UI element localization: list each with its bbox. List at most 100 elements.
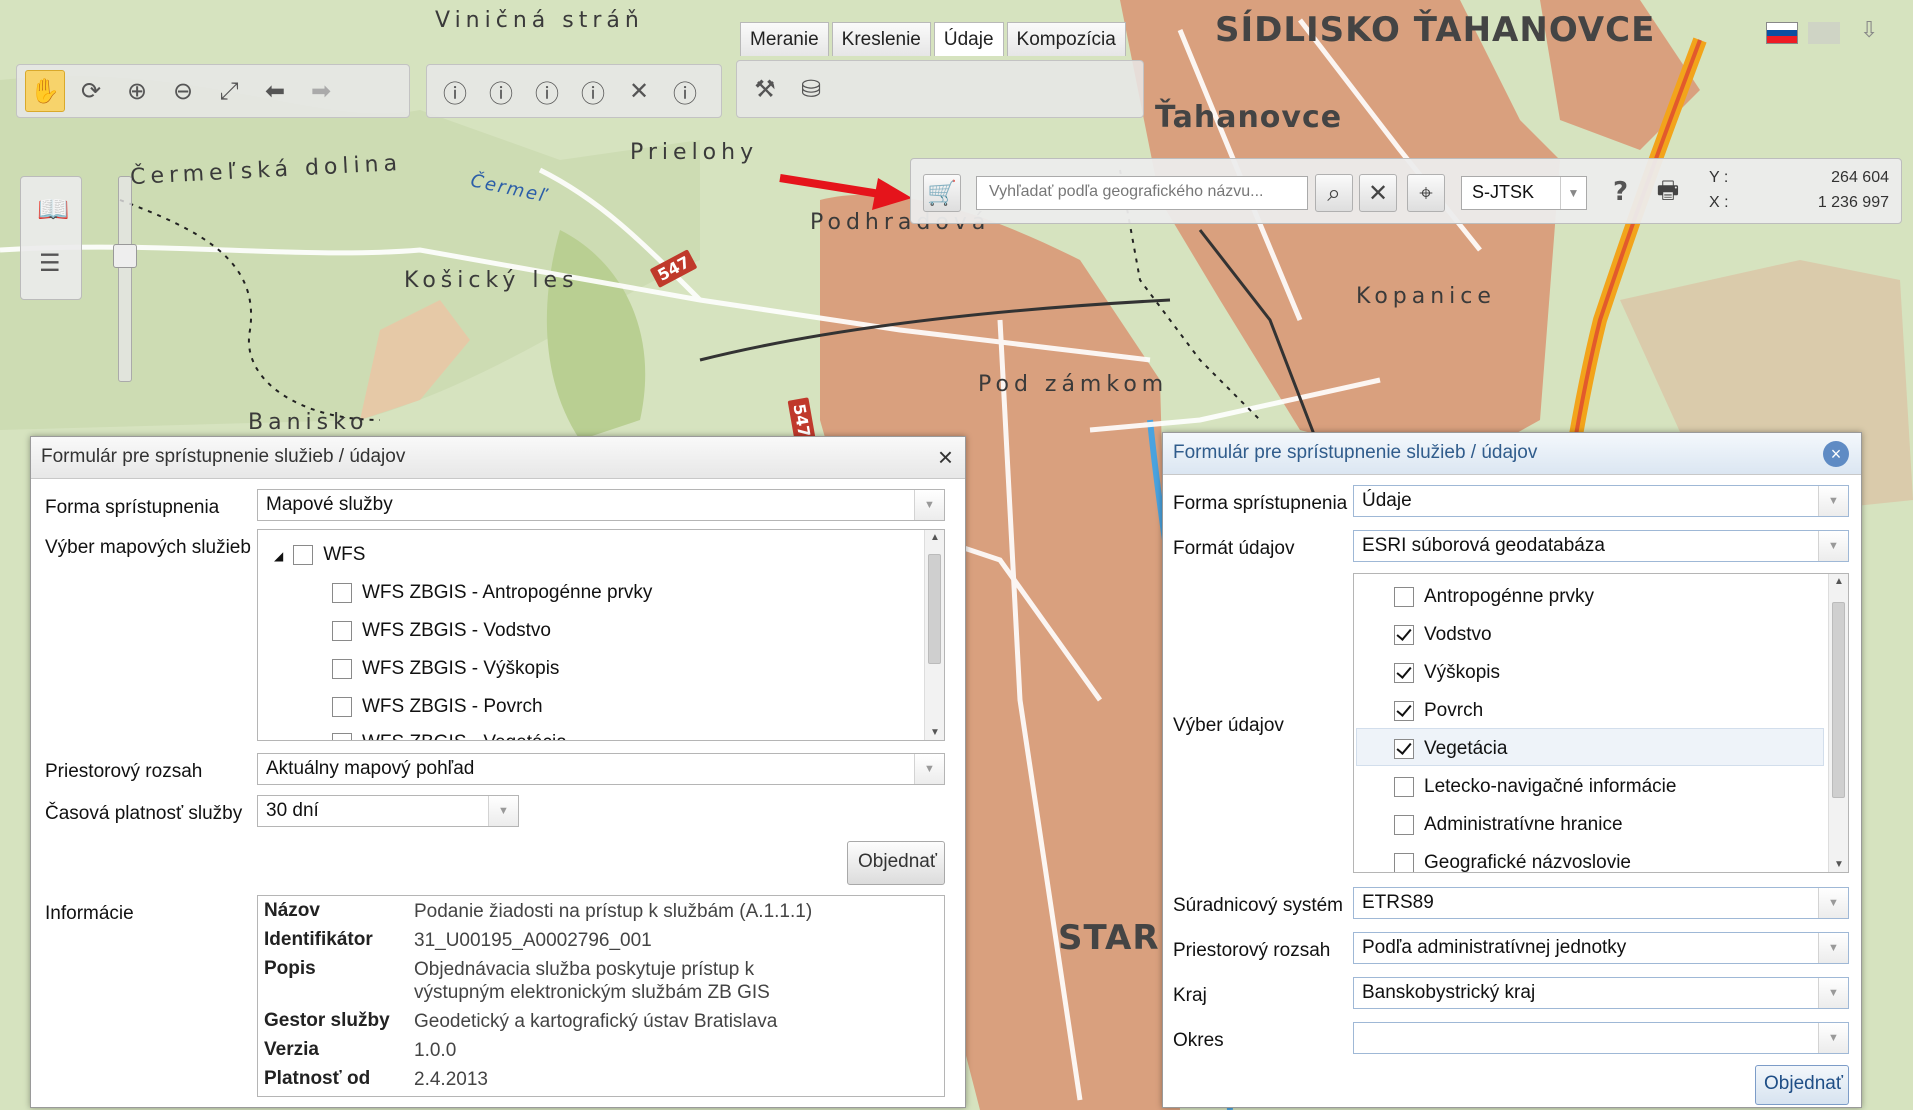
print-icon[interactable]: 🖶: [1649, 174, 1687, 212]
scroll-thumb[interactable]: [928, 554, 941, 664]
slovak-flag-icon[interactable]: [1766, 22, 1798, 44]
tab-meranie[interactable]: Meranie: [740, 22, 829, 56]
chevron-down-icon: ▼: [1560, 177, 1586, 209]
search-input[interactable]: Vyhľadať podľa geografického názvu...: [976, 176, 1308, 210]
info-value: 1.0.0: [414, 1040, 457, 1061]
book-icon[interactable]: 📖: [37, 195, 69, 225]
data-layers-list: Antropogénne prvky Vodstvo Výškopis Povr…: [1353, 573, 1849, 873]
database-add-icon[interactable]: ⛁: [791, 68, 831, 110]
list-item[interactable]: Antropogénne prvky: [1394, 586, 1594, 608]
checkbox[interactable]: [1394, 586, 1414, 607]
tab-kreslenie[interactable]: Kreslenie: [831, 22, 931, 56]
chevron-down-icon: ▼: [1818, 978, 1848, 1008]
identify-settings-icon[interactable]: ⓘ: [665, 70, 705, 112]
zoom-in-icon[interactable]: ⊕: [117, 70, 157, 112]
checkbox[interactable]: [1394, 738, 1414, 759]
format-select[interactable]: ESRI súborová geodatabáza ▼: [1353, 530, 1849, 562]
chevron-down-icon: ▼: [914, 754, 944, 784]
checkbox[interactable]: [332, 696, 352, 717]
checkbox[interactable]: [1394, 700, 1414, 721]
list-item[interactable]: Letecko-navigačné informácie: [1394, 776, 1676, 798]
identify-line-icon[interactable]: ⓘ: [527, 70, 567, 112]
help-icon[interactable]: ?: [1613, 177, 1628, 207]
forma-select-value: Údaje: [1362, 490, 1412, 511]
tab-kompozicia[interactable]: Kompozícia: [1006, 22, 1126, 56]
list-item[interactable]: Výškopis: [1394, 662, 1500, 684]
shopping-cart-icon[interactable]: 🛒: [923, 174, 961, 212]
scroll-up-icon[interactable]: ▲: [1829, 576, 1848, 587]
checkbox[interactable]: [1394, 814, 1414, 835]
rozsah-select[interactable]: Podľa administratívnej jednotky ▼: [1353, 932, 1849, 964]
checkbox[interactable]: [1394, 662, 1414, 683]
forma-select[interactable]: Údaje ▼: [1353, 485, 1849, 517]
search-icon[interactable]: ⌕: [1315, 174, 1353, 212]
scroll-thumb[interactable]: [1832, 602, 1845, 798]
legend-list-icon[interactable]: ☰: [39, 249, 61, 277]
clear-identify-icon[interactable]: ✕: [619, 70, 659, 112]
okres-select[interactable]: ▼: [1353, 1022, 1849, 1054]
list-item[interactable]: Vegetácia: [1394, 738, 1507, 760]
list-item[interactable]: Administratívne hranice: [1394, 814, 1623, 836]
tools-hammer-icon[interactable]: ⚒: [745, 68, 785, 110]
close-icon[interactable]: ×: [938, 442, 953, 473]
tree-root-wfs[interactable]: ◢ WFS: [274, 544, 365, 566]
list-item[interactable]: Povrch: [1394, 700, 1483, 722]
checkbox[interactable]: [1394, 852, 1414, 872]
chevron-down-icon: ▼: [1818, 888, 1848, 918]
checkbox[interactable]: [332, 620, 352, 641]
crs-select[interactable]: S-JTSK ▼: [1461, 176, 1587, 210]
tab-udaje[interactable]: Údaje: [933, 22, 1004, 56]
scroll-down-icon[interactable]: ▼: [925, 727, 944, 738]
zoom-slider[interactable]: [118, 176, 132, 382]
list-item-label: Antropogénne prvky: [1424, 586, 1595, 607]
collapse-triangle-icon[interactable]: ◢: [274, 549, 283, 563]
crs-select[interactable]: ETRS89 ▼: [1353, 887, 1849, 919]
refresh-icon[interactable]: ⟳: [71, 70, 111, 112]
pan-hand-icon[interactable]: ✋: [25, 70, 65, 112]
tree-item[interactable]: WFS ZBGIS - Povrch: [332, 696, 543, 718]
list-item[interactable]: Geografické názvoslovie: [1394, 852, 1631, 872]
scroll-up-icon[interactable]: ▲: [925, 532, 944, 543]
tree-item[interactable]: WFS ZBGIS - Výškopis: [332, 658, 559, 680]
forma-select[interactable]: Mapové služby ▼: [257, 489, 945, 521]
order-button[interactable]: Objednať: [1755, 1065, 1849, 1105]
zoom-slider-thumb[interactable]: [113, 244, 137, 268]
order-button[interactable]: Objednať: [847, 841, 945, 885]
checkbox[interactable]: [1394, 776, 1414, 797]
platnost-select[interactable]: 30 dní ▼: [257, 795, 519, 827]
tree-scrollbar[interactable]: ▲ ▼: [924, 530, 944, 740]
english-flag-icon[interactable]: [1808, 22, 1840, 44]
close-icon[interactable]: ×: [1823, 441, 1849, 467]
zoom-out-icon[interactable]: ⊖: [163, 70, 203, 112]
checkbox[interactable]: [1394, 624, 1414, 645]
map-label-prielohy: Prielohy: [630, 140, 759, 165]
checkbox[interactable]: [332, 732, 352, 740]
identify-point-icon[interactable]: ⓘ: [435, 70, 475, 112]
identify-polygon-icon[interactable]: ⓘ: [573, 70, 613, 112]
forma-select-value: Mapové služby: [266, 494, 393, 515]
info-row: Identifikátor 31_U00195_A0002796_001: [264, 929, 834, 952]
previous-view-icon[interactable]: ⬅: [255, 70, 295, 112]
full-extent-icon[interactable]: ⤢: [209, 70, 249, 112]
locate-icon[interactable]: ⌖: [1407, 174, 1445, 212]
list-scrollbar[interactable]: ▲ ▼: [1828, 574, 1848, 872]
scroll-down-icon[interactable]: ▼: [1829, 859, 1848, 870]
info-value: Podanie žiadosti na prístup k službám (A…: [414, 901, 813, 922]
checkbox[interactable]: [332, 658, 352, 679]
rozsah-label: Priestorový rozsah: [45, 761, 203, 782]
checkbox[interactable]: [293, 544, 314, 565]
kraj-select[interactable]: Banskobystrický kraj ▼: [1353, 977, 1849, 1009]
rozsah-select-value: Podľa administratívnej jednotky: [1362, 937, 1627, 958]
chevron-down-icon: ▼: [1818, 1023, 1848, 1053]
identify-circle-icon[interactable]: ⓘ: [481, 70, 521, 112]
rozsah-select[interactable]: Aktuálny mapový pohľad ▼: [257, 753, 945, 785]
next-view-icon[interactable]: ➡: [301, 70, 341, 112]
tree-item[interactable]: WFS ZBGIS - Vegetácia: [332, 732, 567, 740]
tree-item[interactable]: WFS ZBGIS - Antropogénne prvky: [332, 582, 652, 604]
list-item[interactable]: Vodstvo: [1394, 624, 1492, 646]
tree-item-label: WFS ZBGIS - Vegetácia: [362, 732, 567, 740]
clear-search-icon[interactable]: ✕: [1359, 174, 1397, 212]
checkbox[interactable]: [332, 582, 352, 603]
tree-item[interactable]: WFS ZBGIS - Vodstvo: [332, 620, 551, 642]
download-icon[interactable]: ⇩: [1860, 18, 1878, 43]
